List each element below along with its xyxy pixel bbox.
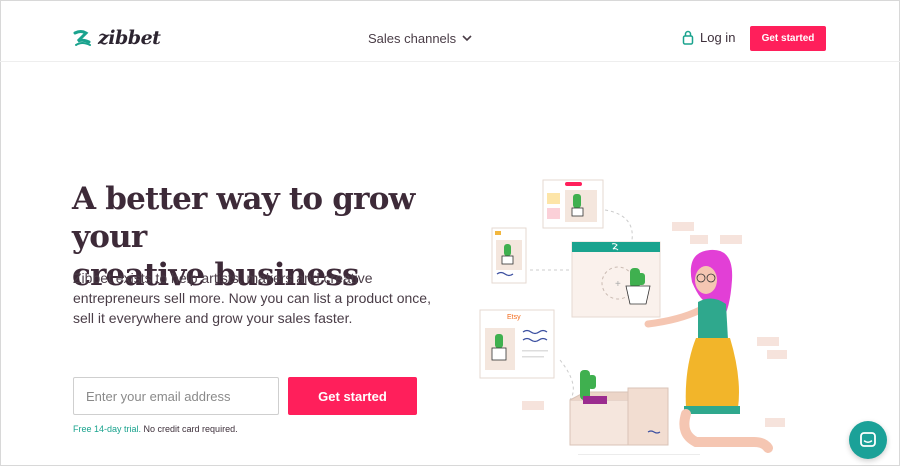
hero-get-started-button[interactable]: Get started: [288, 377, 417, 415]
logo[interactable]: zibbet: [73, 27, 161, 49]
logo-text: zibbet: [98, 27, 161, 49]
sales-channels-label: Sales channels: [368, 31, 457, 46]
trial-rest: No credit card required.: [141, 424, 238, 434]
login-label: Log in: [700, 30, 736, 45]
email-input[interactable]: [73, 377, 279, 415]
chat-launcher[interactable]: [849, 421, 887, 459]
etsy-label: Etsy: [507, 314, 521, 321]
hero-illustration: Etsy +: [479, 179, 787, 455]
chevron-down-icon: [462, 35, 472, 42]
zibbet-card: +: [571, 241, 661, 318]
etsy-card: Etsy: [479, 309, 555, 379]
zibbet-logo-icon: [73, 30, 91, 46]
product-card-left: [491, 227, 527, 284]
headline-line-1: A better way to grow your: [72, 181, 415, 255]
header-get-started-button[interactable]: Get started: [750, 26, 826, 51]
login-link[interactable]: Log in: [682, 30, 735, 45]
shipping-boxes: [569, 370, 700, 455]
svg-text:+: +: [615, 279, 621, 290]
site-header: zibbet Sales channels Log in Get started: [0, 0, 900, 62]
hero-description: Zibbet exists to help artists, makers an…: [73, 270, 431, 326]
product-card-top: [542, 179, 604, 229]
trial-note: Free 14-day trial. No credit card requir…: [73, 424, 238, 434]
sales-channels-menu[interactable]: Sales channels: [368, 31, 472, 46]
chat-icon: [860, 432, 876, 447]
trial-highlight: Free 14-day trial.: [73, 424, 142, 434]
lock-icon: [682, 30, 694, 45]
